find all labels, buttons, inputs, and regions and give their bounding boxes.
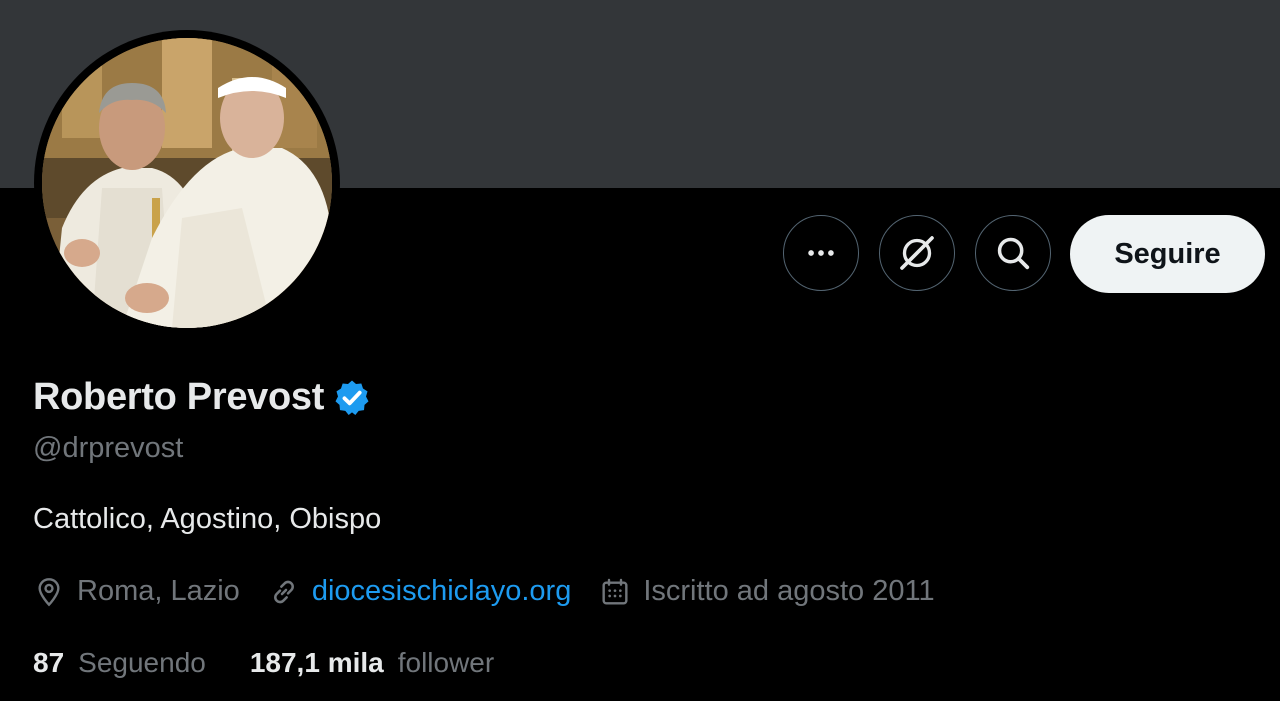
more-horizontal-icon [808, 250, 834, 256]
followers-label: follower [397, 647, 495, 678]
grok-icon [900, 236, 934, 270]
avatar-border [34, 30, 340, 336]
more-button[interactable] [783, 215, 859, 291]
grok-button[interactable] [879, 215, 955, 291]
location-item: Roma, Lazio [33, 575, 240, 608]
following-count: 87 [33, 647, 65, 678]
display-name: Roberto Prevost [33, 376, 325, 418]
profile-handle: @drprevost [33, 432, 184, 464]
joined-text: Iscritto ad agosto 2011 [643, 575, 935, 607]
name-row: Roberto Prevost [33, 376, 372, 419]
profile-bio: Cattolico, Agostino, Obispo [33, 503, 382, 535]
joined-item: Iscritto ad agosto 2011 [599, 575, 935, 608]
avatar-photo [42, 38, 332, 328]
calendar-icon [602, 578, 628, 605]
location-pin-icon [38, 577, 60, 606]
following-stat[interactable]: 87 Seguendo [33, 647, 206, 679]
verified-badge-icon[interactable] [332, 378, 372, 418]
follow-button[interactable]: Seguire [1070, 215, 1265, 293]
website-link[interactable]: diocesischiclayo.org [312, 575, 572, 608]
followers-count: 187,1 mila [249, 647, 384, 678]
location-text: Roma, Lazio [77, 575, 240, 607]
avatar[interactable] [42, 38, 332, 328]
website-item[interactable]: diocesischiclayo.org [268, 575, 572, 608]
profile-stats: 87 Seguendo 187,1 mila follower [33, 647, 538, 679]
followers-stat[interactable]: 187,1 mila follower [250, 647, 494, 679]
following-label: Seguendo [78, 647, 206, 678]
link-icon [273, 580, 294, 603]
search-icon [997, 237, 1030, 270]
search-profile-button[interactable] [975, 215, 1051, 291]
profile-meta: Roma, Lazio diocesischiclayo.org Iscritt… [33, 575, 963, 608]
